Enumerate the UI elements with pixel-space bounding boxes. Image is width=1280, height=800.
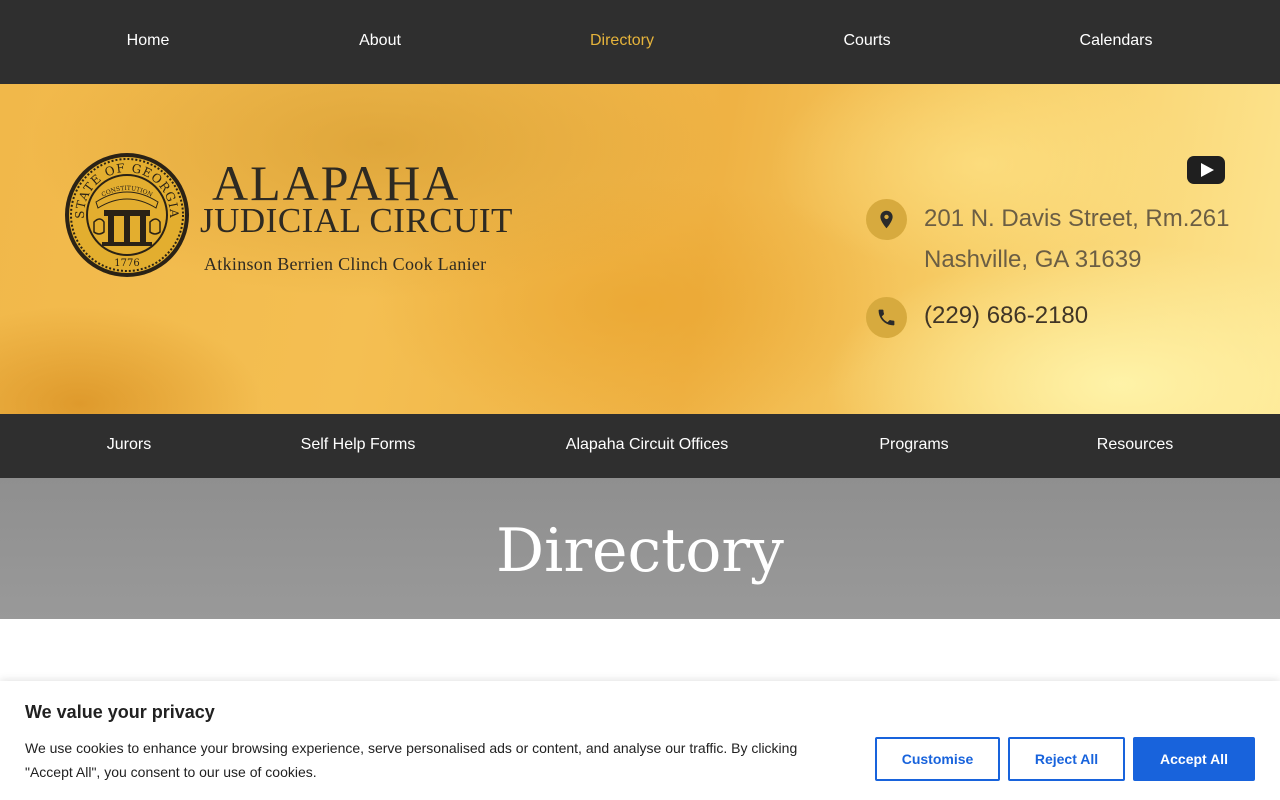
circuit-counties: Atkinson Berrien Clinch Cook Lanier [204, 254, 487, 274]
top-nav: Home About Directory Courts Calendars [0, 0, 1280, 84]
cookie-title: We value your privacy [25, 702, 215, 722]
nav-jurors[interactable]: Jurors [107, 414, 151, 478]
map-pin-icon [866, 199, 907, 240]
nav-alapaha-circuit-offices[interactable]: Alapaha Circuit Offices [566, 414, 728, 478]
nav-calendars[interactable]: Calendars [1080, 0, 1153, 84]
page-title-band: Directory [0, 478, 1280, 619]
youtube-icon[interactable] [1187, 156, 1225, 184]
address-line-2: Nashville, GA 31639 [924, 246, 1142, 273]
accept-all-button[interactable]: Accept All [1133, 737, 1255, 781]
nav-about[interactable]: About [359, 0, 401, 84]
customise-button[interactable]: Customise [875, 737, 1000, 781]
page-title: Directory [496, 516, 784, 586]
circuit-subtitle: JUDICIAL CIRCUIT [200, 201, 513, 240]
address-line-1: 201 N. Davis Street, Rm.261 [924, 205, 1230, 232]
phone-link[interactable]: (229) 686-2180 [924, 302, 1088, 330]
secondary-nav: Jurors Self Help Forms Alapaha Circuit O… [0, 414, 1280, 478]
nav-self-help-forms[interactable]: Self Help Forms [301, 414, 416, 478]
site-header: STATE OF GEORGIA CONSTITUTION 1776 ALAPA… [0, 84, 1280, 414]
georgia-seal-logo[interactable]: STATE OF GEORGIA CONSTITUTION 1776 [64, 152, 190, 278]
nav-resources[interactable]: Resources [1097, 414, 1173, 478]
cookie-description: We use cookies to enhance your browsing … [25, 740, 798, 780]
cookie-consent-banner: We value your privacy We use cookies to … [0, 681, 1280, 800]
nav-programs[interactable]: Programs [879, 414, 948, 478]
nav-courts[interactable]: Courts [843, 0, 890, 84]
nav-directory[interactable]: Directory [590, 0, 654, 84]
reject-all-button[interactable]: Reject All [1008, 737, 1125, 781]
nav-home[interactable]: Home [127, 0, 170, 84]
svg-text:1776: 1776 [114, 258, 139, 269]
phone-icon [866, 297, 907, 338]
